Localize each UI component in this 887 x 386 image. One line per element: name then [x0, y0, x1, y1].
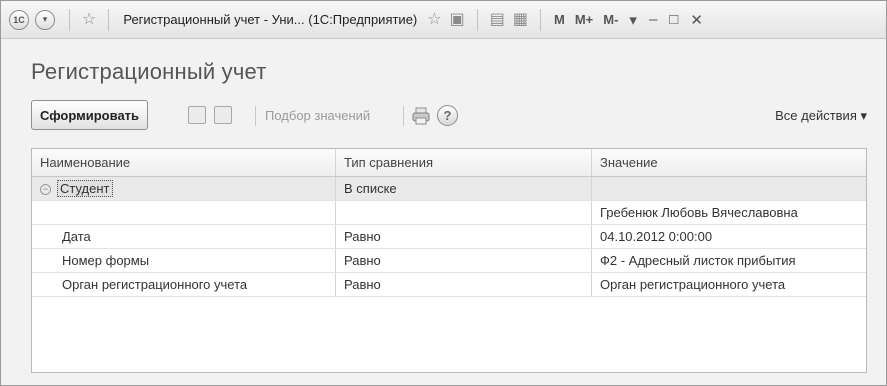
memory-m-button[interactable]: M [554, 12, 565, 27]
page-title: Регистрационный учет [31, 59, 267, 84]
app-logo-icon[interactable]: 1С [9, 9, 29, 30]
table-cell-value[interactable]: 04.10.2012 0:00:00 [592, 225, 866, 248]
memory-minus-button[interactable]: M- [603, 12, 618, 27]
generate-button[interactable]: Сформировать [31, 100, 149, 130]
window-title: Регистрационный учет - Уни... (1С:Предпр… [123, 12, 418, 27]
calendar-icon[interactable]: ▦ [513, 11, 528, 28]
navigation-menu-icon[interactable]: ▾ [35, 9, 55, 30]
table-cell-comparison[interactable]: В списке [336, 177, 592, 200]
app-window: 1С ▾ ☆ Регистрационный учет - Уни... (1С… [0, 0, 887, 386]
table-row[interactable]: Номер формы Равно Ф2 - Адресный листок п… [32, 249, 866, 273]
calculator-icon[interactable]: ▤ [490, 11, 505, 28]
minimize-icon[interactable]: – [649, 11, 657, 28]
add-favorite-star-icon[interactable]: ☆ [427, 11, 441, 28]
bookmark-icon[interactable]: ▣ [450, 11, 465, 28]
help-icon[interactable]: ? [437, 105, 458, 126]
table-cell-name[interactable] [32, 201, 336, 224]
column-header-comparison[interactable]: Тип сравнения [336, 149, 592, 176]
table-row[interactable]: Гребенюк Любовь Вячеславовна [32, 201, 866, 225]
table-row[interactable]: − Студент В списке [32, 177, 866, 201]
toolbar-separator [403, 106, 404, 126]
row-label: Студент [57, 180, 113, 197]
filter-table: Наименование Тип сравнения Значение − Сту… [31, 148, 867, 373]
memory-plus-button[interactable]: M+ [575, 12, 593, 27]
table-cell-comparison[interactable]: Равно [336, 225, 592, 248]
title-bar: 1С ▾ ☆ Регистрационный учет - Уни... (1С… [1, 1, 886, 39]
toolbar-separator [255, 106, 256, 126]
table-cell-comparison[interactable]: Равно [336, 249, 592, 272]
table-cell-name[interactable]: Дата [32, 225, 336, 248]
table-cell-value[interactable]: Орган регистрационного учета [592, 273, 866, 296]
print-icon[interactable] [411, 107, 431, 125]
all-actions-menu[interactable]: Все действия ▾ [775, 108, 867, 124]
title-separator [476, 8, 478, 31]
table-cell-value[interactable]: Гребенюк Любовь Вячеславовна [592, 201, 866, 224]
add-condition-icon[interactable] [188, 106, 206, 124]
table-cell-name[interactable]: Орган регистрационного учета [32, 273, 336, 296]
column-header-name[interactable]: Наименование [32, 149, 336, 176]
title-separator [108, 8, 110, 31]
column-header-value[interactable]: Значение [592, 149, 866, 176]
table-cell-name[interactable]: Номер формы [32, 249, 336, 272]
table-cell-value[interactable] [592, 177, 866, 200]
favorites-star-icon[interactable]: ☆ [82, 11, 96, 28]
table-row[interactable]: Орган регистрационного учета Равно Орган… [32, 273, 866, 297]
command-bar: Сформировать Подбор значений ? Все дейст… [31, 100, 871, 132]
table-row[interactable]: Дата Равно 04.10.2012 0:00:00 [32, 225, 866, 249]
table-header: Наименование Тип сравнения Значение [32, 149, 866, 177]
title-separator [69, 8, 70, 31]
table-cell-value[interactable]: Ф2 - Адресный листок прибытия [592, 249, 866, 272]
table-cell-comparison[interactable] [336, 201, 592, 224]
remove-condition-icon[interactable] [214, 106, 232, 124]
collapse-icon[interactable]: − [40, 184, 51, 196]
maximize-icon[interactable]: □ [669, 11, 678, 28]
table-cell-name[interactable]: − Студент [32, 177, 336, 200]
title-separator [539, 8, 541, 31]
close-icon[interactable]: ✕ [690, 11, 703, 29]
select-values-button[interactable]: Подбор значений [265, 108, 370, 123]
table-cell-comparison[interactable]: Равно [336, 273, 592, 296]
window-menu-chevron-icon[interactable]: ▾ [629, 11, 637, 29]
